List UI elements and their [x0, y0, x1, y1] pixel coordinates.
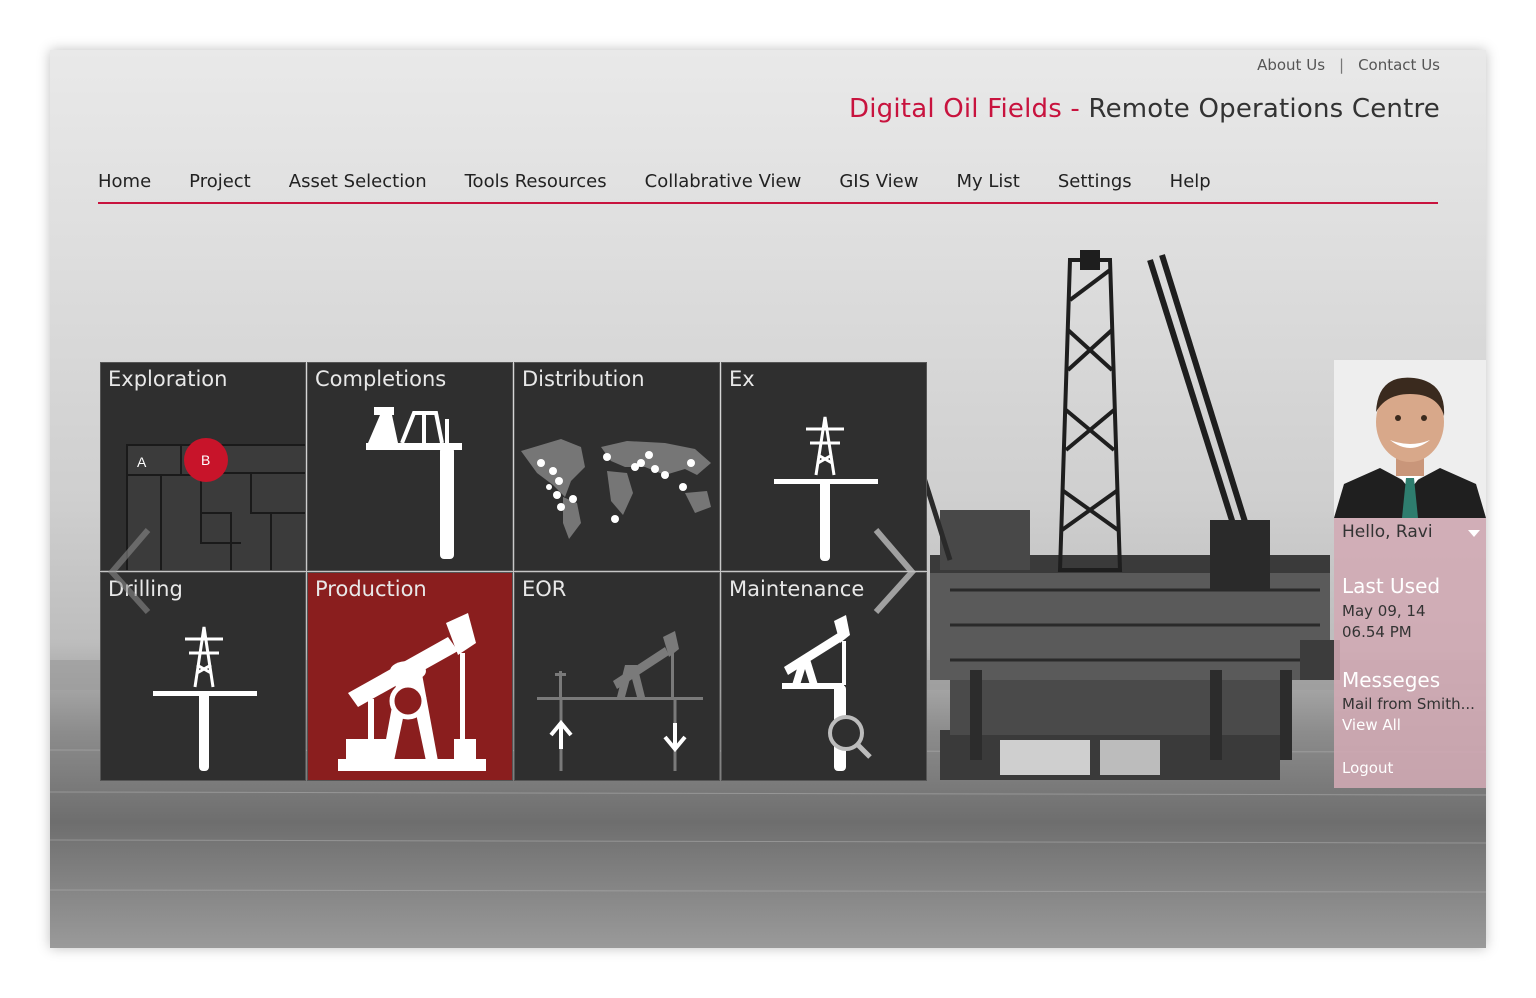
logout-link[interactable]: Logout — [1342, 759, 1393, 777]
tile-completions[interactable]: Completions — [307, 362, 513, 571]
chevron-down-icon[interactable] — [1468, 530, 1480, 538]
nav-tools-resources[interactable]: Tools Resources — [465, 168, 607, 202]
world-map-icon — [521, 439, 711, 539]
last-used-time: 06.54 PM — [1342, 623, 1412, 641]
avatar — [1334, 360, 1486, 518]
messages-title: Messeges — [1342, 668, 1441, 692]
carousel-next-arrow[interactable] — [870, 526, 920, 616]
brand-name: Digital Oil Fields — [849, 94, 1062, 124]
pumpjack-icon — [338, 613, 486, 771]
nav-gis-view[interactable]: GIS View — [839, 168, 918, 202]
brand-subtitle: Remote Operations Centre — [1088, 94, 1440, 124]
main-nav: Home Project Asset Selection Tools Resou… — [98, 168, 1438, 204]
top-links: About Us | Contact Us — [1257, 56, 1440, 74]
brand-dash: - — [1061, 94, 1089, 124]
marker-a: A — [137, 454, 147, 470]
pumpjack-arrows-icon — [537, 631, 703, 771]
app-window: About Us | Contact Us Digital Oil Fields… — [50, 50, 1486, 948]
nav-collabrative-view[interactable]: Collabrative View — [645, 168, 802, 202]
nav-asset-selection[interactable]: Asset Selection — [289, 168, 427, 202]
completion-rig-icon — [366, 407, 462, 559]
user-greeting: Hello, Ravi — [1342, 522, 1433, 542]
last-used-title: Last Used — [1342, 574, 1441, 598]
nav-home[interactable]: Home — [98, 168, 151, 202]
user-profile-panel: Hello, Ravi Last Used May 09, 14 06.54 P… — [1334, 360, 1486, 788]
last-used-date: May 09, 14 — [1342, 602, 1426, 620]
tile-eor[interactable]: EOR — [514, 572, 720, 781]
message-preview[interactable]: Mail from Smith... — [1342, 695, 1475, 713]
app-title: Digital Oil Fields - Remote Operations C… — [849, 94, 1440, 124]
carousel-prev-arrow[interactable] — [104, 526, 154, 616]
about-us-link[interactable]: About Us — [1257, 56, 1325, 74]
module-tile-grid: Exploration A B Completions Distribution… — [100, 362, 928, 783]
tile-distribution[interactable]: Distribution — [514, 362, 720, 571]
nav-my-list[interactable]: My List — [956, 168, 1019, 202]
view-all-link[interactable]: View All — [1342, 716, 1401, 734]
link-separator: | — [1339, 56, 1345, 74]
tile-production[interactable]: Production — [307, 572, 513, 781]
nav-settings[interactable]: Settings — [1058, 168, 1132, 202]
marker-b: B — [201, 452, 210, 468]
contact-us-link[interactable]: Contact Us — [1358, 56, 1440, 74]
nav-project[interactable]: Project — [189, 168, 251, 202]
nav-help[interactable]: Help — [1170, 168, 1211, 202]
